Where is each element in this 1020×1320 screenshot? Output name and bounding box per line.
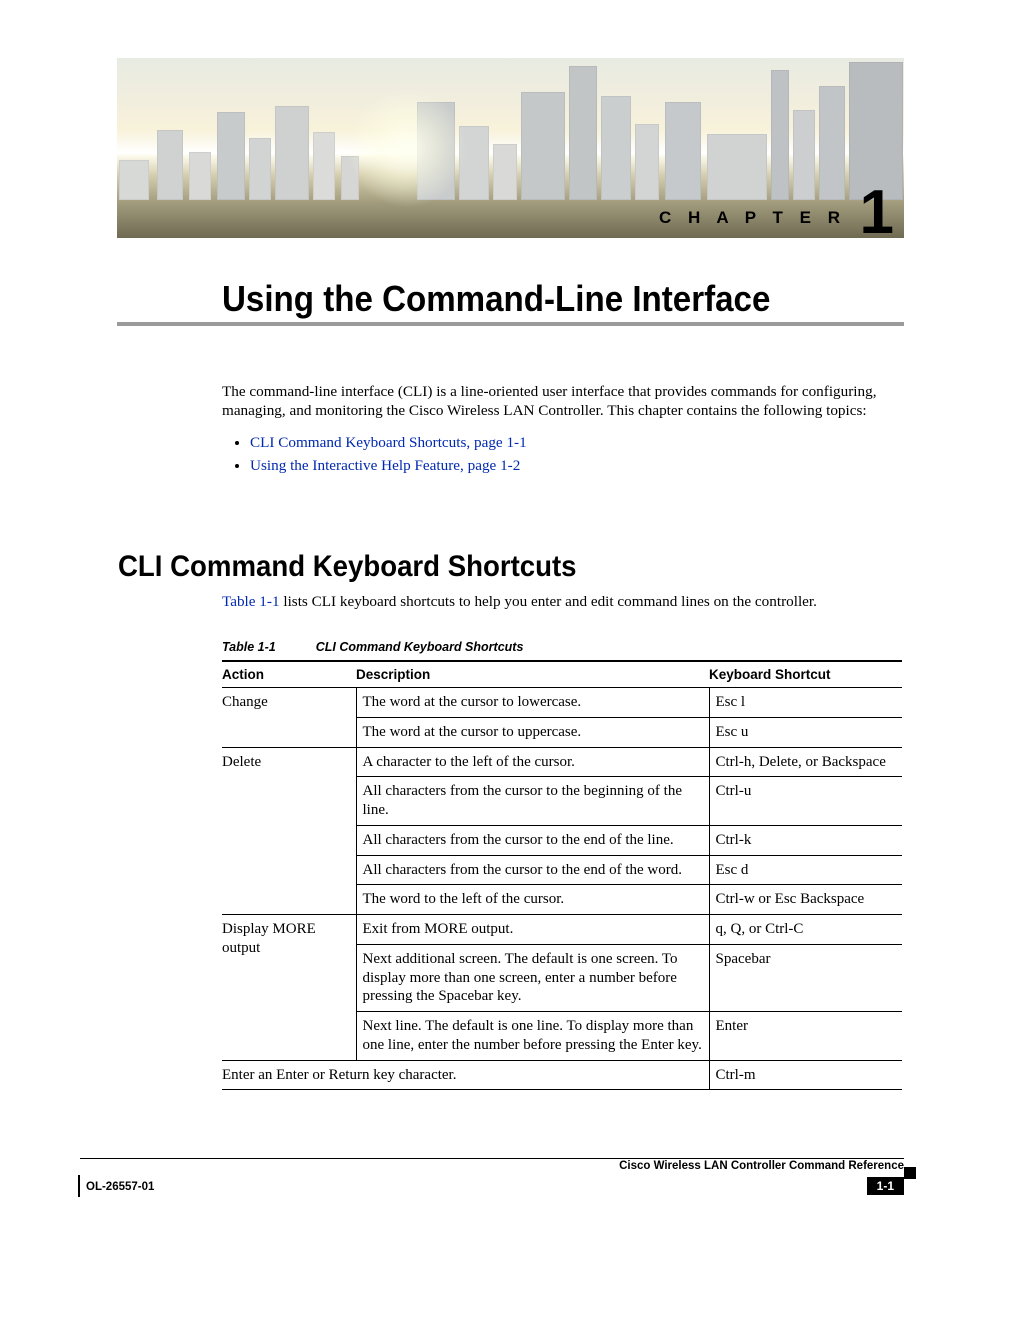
chapter-number: 1 xyxy=(860,182,894,238)
cell-action: Enter an Enter or Return key character. xyxy=(222,1060,709,1090)
cell-shortcut: q, Q, or Ctrl-C xyxy=(709,915,902,945)
cell-shortcut: Ctrl-m xyxy=(709,1060,902,1090)
chapter-banner: C H A P T E R 1 xyxy=(117,58,904,238)
cell-description: Next line. The default is one line. To d… xyxy=(356,1012,709,1061)
table-row: Change The word at the cursor to lowerca… xyxy=(222,688,902,718)
table-row: Delete A character to the left of the cu… xyxy=(222,747,902,777)
cell-description: Next additional screen. The default is o… xyxy=(356,944,709,1011)
table-row: Display MORE output Exit from MORE outpu… xyxy=(222,915,902,945)
intro-block: The command-line interface (CLI) is a li… xyxy=(222,382,902,480)
section-intro-text: lists CLI keyboard shortcuts to help you… xyxy=(280,593,817,610)
table-title: CLI Command Keyboard Shortcuts xyxy=(316,640,524,654)
cell-description: All characters from the cursor to the en… xyxy=(356,855,709,885)
section-intro: Table 1-1 lists CLI keyboard shortcuts t… xyxy=(222,592,902,611)
cell-description: Exit from MORE output. xyxy=(356,915,709,945)
header-shortcut: Keyboard Shortcut xyxy=(709,661,902,688)
header-action: Action xyxy=(222,661,356,688)
table-number: Table 1-1 xyxy=(222,640,276,654)
footer-divider xyxy=(80,1158,904,1159)
table-caption: Table 1-1 CLI Command Keyboard Shortcuts xyxy=(222,640,523,654)
footer-doc-number: OL-26557-01 xyxy=(86,1181,154,1193)
cell-shortcut: Spacebar xyxy=(709,944,902,1011)
topic-list: CLI Command Keyboard Shortcuts, page 1-1… xyxy=(222,433,902,476)
cell-description: The word at the cursor to lowercase. xyxy=(356,688,709,718)
section-heading: CLI Command Keyboard Shortcuts xyxy=(118,550,577,584)
footer-square-icon xyxy=(904,1167,916,1179)
skyline-graphic xyxy=(117,100,904,200)
table-row: Enter an Enter or Return key character. … xyxy=(222,1060,902,1090)
table-header-row: Action Description Keyboard Shortcut xyxy=(222,661,902,688)
title-divider xyxy=(117,322,904,326)
toc-link-shortcuts[interactable]: CLI Command Keyboard Shortcuts, page 1-1 xyxy=(250,434,527,451)
cell-description: All characters from the cursor to the en… xyxy=(356,825,709,855)
header-description: Description xyxy=(356,661,709,688)
cell-description: All characters from the cursor to the be… xyxy=(356,777,709,826)
page-number: 1-1 xyxy=(867,1177,904,1195)
chapter-label: C H A P T E R xyxy=(659,208,846,228)
cell-shortcut: Esc l xyxy=(709,688,902,718)
cell-action: Change xyxy=(222,688,356,748)
table-ref-link[interactable]: Table 1-1 xyxy=(222,593,280,610)
cell-shortcut: Enter xyxy=(709,1012,902,1061)
cell-shortcut: Esc d xyxy=(709,855,902,885)
intro-paragraph: The command-line interface (CLI) is a li… xyxy=(222,382,902,421)
cell-shortcut: Ctrl-u xyxy=(709,777,902,826)
cell-shortcut: Ctrl-w or Esc Backspace xyxy=(709,885,902,915)
toc-link-help-feature[interactable]: Using the Interactive Help Feature, page… xyxy=(250,457,520,474)
cell-shortcut: Ctrl-h, Delete, or Backspace xyxy=(709,747,902,777)
cell-shortcut: Ctrl-k xyxy=(709,825,902,855)
shortcuts-table: Action Description Keyboard Shortcut Cha… xyxy=(222,660,902,1090)
cell-shortcut: Esc u xyxy=(709,717,902,747)
footer-book-title: Cisco Wireless LAN Controller Command Re… xyxy=(619,1160,904,1172)
page-title: Using the Command-Line Interface xyxy=(222,278,770,320)
cell-action: Delete xyxy=(222,747,356,915)
cell-description: The word at the cursor to uppercase. xyxy=(356,717,709,747)
cell-description: A character to the left of the cursor. xyxy=(356,747,709,777)
cell-action: Display MORE output xyxy=(222,915,356,1061)
cell-description: The word to the left of the cursor. xyxy=(356,885,709,915)
